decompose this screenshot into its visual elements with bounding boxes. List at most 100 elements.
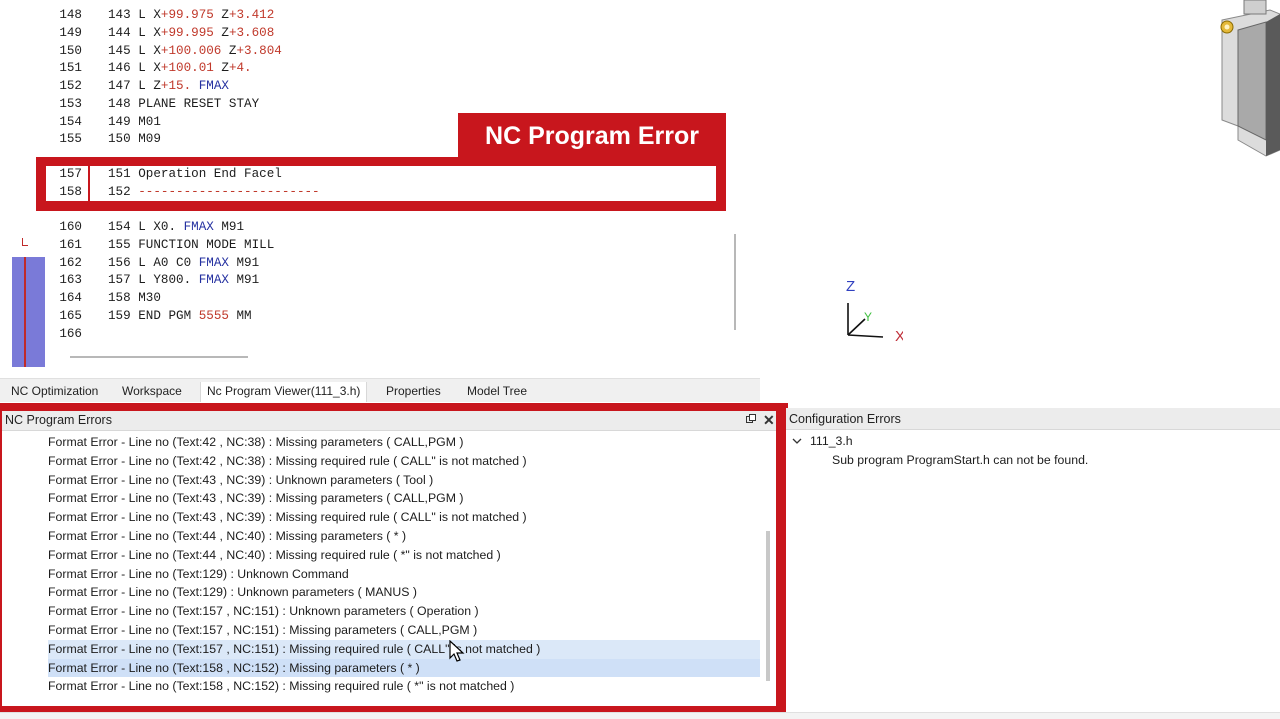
line-number: 152 [59,79,82,93]
error-list-item[interactable]: Format Error - Line no (Text:44 , NC:40)… [48,527,760,546]
code-token: MM [228,308,252,323]
line-number: 165 [59,308,82,323]
code-token: Z [213,8,229,22]
chevron-down-icon[interactable] [792,436,802,446]
error-list-item[interactable]: Format Error - Line no (Text:157 , NC:15… [48,639,760,659]
error-list-item[interactable]: Format Error - Line no (Text:158 , NC:15… [48,677,760,696]
code-token: Z [213,25,229,40]
code-token: 147 L Z [108,79,161,93]
status-bar [0,712,1280,719]
line-number: 160 [59,220,82,234]
code-token: 159 END PGM [108,308,199,323]
line-number: 151 [59,61,82,76]
code-token: +3.412 [228,8,275,22]
error-list-item[interactable]: Format Error - Line no (Text:157 , NC:15… [48,602,760,621]
bookmark-line [24,257,26,367]
line-number: 158 [59,184,82,199]
code-token: 150 M09 [108,132,161,147]
code-token: 143 L X [108,8,161,22]
nc-errors-list[interactable]: Format Error - Line no (Text:42 , NC:38)… [2,433,766,703]
code-token: Z [213,61,229,76]
tab-properties[interactable]: Properties [380,382,447,402]
code-token: +15. [160,79,192,93]
code-text: 155 FUNCTION MODE MILL [108,237,274,255]
code-text: 154 L X0. FMAX M91 [108,219,244,237]
code-token: 151 Operation End Facel [108,167,282,181]
line-number: 150 [59,43,82,58]
code-token: 5555 [198,308,229,323]
error-list-item[interactable]: Format Error - Line no (Text:44 , NC:40)… [48,546,760,565]
code-token: 149 M01 [108,114,161,129]
code-token: +100.006 [160,43,222,58]
axis-triad-icon: Z Y X [846,278,903,345]
error-list-item[interactable]: Format Error - Line no (Text:43 , NC:39)… [48,508,760,527]
tab-nc-program-viewer[interactable]: Nc Program Viewer(111_3.h) [200,382,368,402]
nc-errors-header: NC Program Errors ✕ [2,411,776,431]
line-number: 161 [59,237,82,252]
code-text: 146 L X+100.01 Z+4. [108,60,252,78]
code-text: 150 M09 [108,131,161,149]
code-text: 157 L Y800. FMAX M91 [108,272,259,290]
code-token: +3.804 [236,43,282,58]
line-number: 153 [59,96,82,111]
tab-workspace[interactable]: Workspace [116,382,188,402]
nc-program-error-badge: NC Program Error [458,113,726,159]
axis-label-x: X [895,328,903,345]
error-list-item[interactable]: Format Error - Line no (Text:129) : Unkn… [48,565,760,584]
line-number: 149 [59,25,82,40]
editor-vertical-scrollbar[interactable] [734,234,736,330]
code-text: 148 PLANE RESET STAY [108,96,259,114]
error-list-item[interactable]: Format Error - Line no (Text:158 , NC:15… [48,658,760,678]
code-token: 144 L X [108,25,161,40]
error-list-item[interactable]: Format Error - Line no (Text:42 , NC:38)… [48,433,760,452]
code-text: 145 L X+100.006 Z+3.804 [108,43,282,61]
axis-label-z: Z [846,278,855,295]
line-number: 163 [59,273,82,288]
nc-errors-scrollbar[interactable] [766,531,770,681]
code-text: 156 L A0 C0 FMAX M91 [108,255,259,273]
error-highlight-divider [88,166,90,201]
editor-horizontal-scrollbar[interactable] [70,356,248,358]
nc-program-errors-panel: NC Program Errors ✕ Format Error - Line … [2,411,776,706]
code-token: 158 M30 [108,291,161,305]
nc-program-editor[interactable]: 148 143 L X+99.975 Z+3.412 149 144 L X+99.9… [0,0,760,378]
code-token: +99.975 [160,8,214,22]
error-list-item[interactable]: Format Error - Line no (Text:42 , NC:38)… [48,452,760,471]
error-list-item[interactable]: Format Error - Line no (Text:43 , NC:39)… [48,489,760,508]
code-text: 158 M30 [108,290,161,308]
error-list-item[interactable]: Format Error - Line no (Text:43 , NC:39)… [48,471,760,490]
tab-nc-optimization[interactable]: NC Optimization [5,382,104,402]
code-token: 146 L X [108,61,161,76]
machine-3d-viewport[interactable]: Z Y X [760,0,1280,400]
config-tree-node[interactable]: 111_3.h [810,434,853,448]
view-tab-bar: NC Optimization Workspace Nc Program Vie… [0,378,760,402]
code-text: 151 Operation End Facel [108,166,282,184]
tab-model-tree[interactable]: Model Tree [461,382,533,402]
code-text: 144 L X+99.995 Z+3.608 [108,25,274,43]
line-number: 157 [59,167,82,181]
restore-icon[interactable] [746,414,756,424]
code-token: +4. [228,61,252,76]
code-token: M91 [213,220,245,234]
axis-label-y: Y [864,310,872,324]
bookmark-range [12,257,45,367]
code-token: FMAX [198,79,229,93]
code-token: FMAX [183,220,214,234]
code-token: M91 [228,273,260,288]
line-number: 155 [59,132,82,147]
line-number: 162 [59,255,82,270]
config-error-message[interactable]: Sub program ProgramStart.h can not be fo… [832,453,1088,467]
config-errors-header: Configuration Errors [786,408,1280,430]
code-token: 148 PLANE RESET STAY [108,96,260,111]
fold-marker-icon[interactable] [22,238,28,246]
code-token: +3.608 [228,25,275,40]
error-list-item[interactable]: Format Error - Line no (Text:129) : Unkn… [48,583,760,602]
close-icon[interactable]: ✕ [763,412,775,428]
error-list-item[interactable]: Format Error - Line no (Text:157 , NC:15… [48,621,760,640]
code-text: 149 M01 [108,114,161,132]
code-token: FMAX [198,255,229,270]
configuration-errors-panel: Configuration Errors 111_3.h Sub program… [786,408,1280,712]
code-token: +100.01 [160,61,214,76]
code-token: 152 [108,184,139,199]
